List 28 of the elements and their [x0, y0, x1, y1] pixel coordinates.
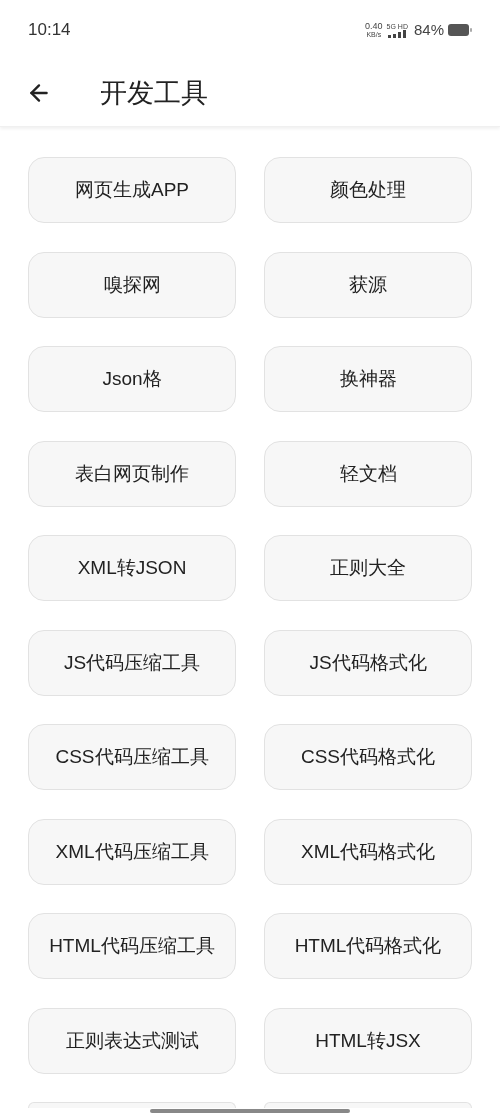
tool-button[interactable]: XML转JSON [28, 535, 236, 601]
battery-percent: 84% [413, 19, 444, 40]
net-speed: 0.40 [365, 22, 383, 31]
page-title: 开发工具 [100, 76, 208, 110]
tool-button[interactable]: 正则大全 [264, 535, 472, 601]
tool-button[interactable]: CSS代码格式化 [264, 724, 472, 790]
signal-icon [388, 29, 407, 38]
tool-button[interactable]: 获源 [264, 251, 472, 318]
tool-button[interactable]: JS代码压缩工具 [28, 629, 236, 696]
tool-button[interactable]: JS代码格式化 [264, 629, 472, 696]
tool-button[interactable]: 表白网页制作 [28, 440, 236, 507]
tool-button[interactable]: HTML转JSX [264, 1007, 472, 1074]
tool-button[interactable]: 颜色处理 [264, 157, 472, 223]
tool-button[interactable]: XML代码格式化 [264, 818, 472, 885]
tool-button[interactable]: 嗅探网 [28, 251, 236, 318]
tool-button[interactable]: HTML代码压缩工具 [28, 913, 236, 979]
tool-button[interactable]: 网页生成APP [28, 157, 236, 223]
tool-button[interactable]: 正则表达式测试 [28, 1007, 236, 1074]
tool-button[interactable]: HTML代码格式化 [264, 913, 472, 979]
tool-button[interactable]: 轻文档 [264, 440, 472, 507]
tool-button[interactable] [264, 1102, 472, 1108]
tool-button[interactable] [28, 1102, 236, 1108]
tool-button[interactable]: Json格 [28, 346, 236, 412]
tool-button[interactable]: CSS代码压缩工具 [28, 724, 236, 790]
status-time: 10:14 [28, 19, 71, 42]
tool-button[interactable]: 换神器 [264, 346, 472, 412]
battery-icon [448, 24, 472, 36]
tool-button[interactable]: XML代码压缩工具 [28, 818, 236, 885]
